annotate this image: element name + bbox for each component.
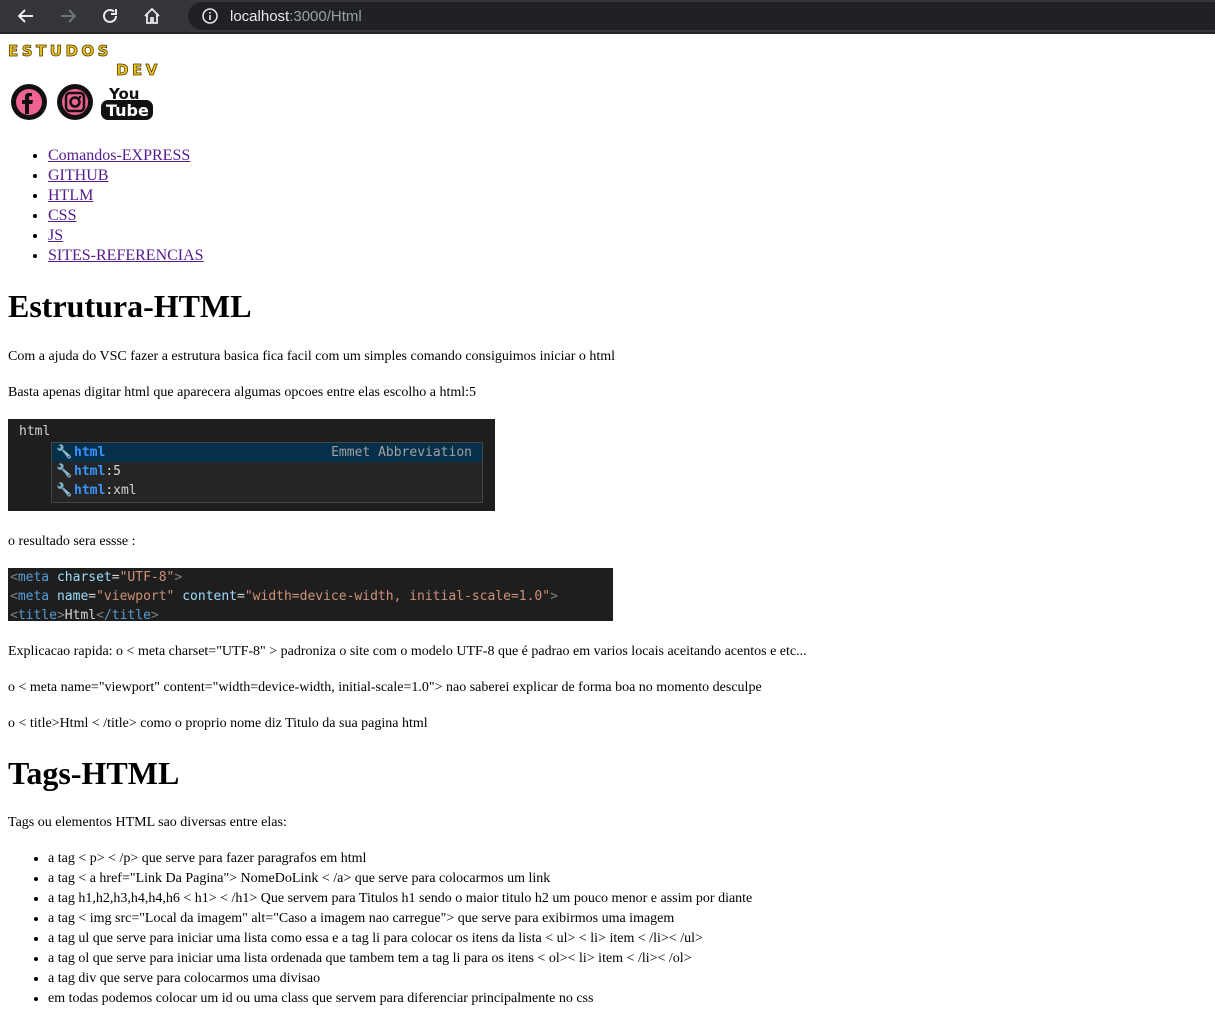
home-button[interactable] [136, 0, 168, 32]
code-line: <meta charset="UTF-8"> [10, 570, 183, 585]
code-tag: meta [17, 589, 50, 604]
paragraph-result: o resultado sera essse : [8, 534, 136, 549]
facebook-link[interactable] [8, 83, 50, 126]
nav-link-js[interactable]: JS [48, 227, 63, 244]
logo-line1: ESTUDOS [8, 42, 112, 60]
suggestion-rest: :5 [105, 464, 121, 479]
suggestion-row: 🔧 html Emmet Abbreviation [52, 443, 482, 462]
list-item: a tag ol que serve para iniciar uma list… [48, 949, 1207, 969]
wrench-icon: 🔧 [56, 445, 73, 460]
paragraph-title: o < title>Html < /title> como o proprio … [8, 716, 428, 731]
code-value: "UTF-8" [119, 570, 175, 585]
url-host: localhost [230, 7, 290, 25]
code-line: <meta name="viewport" content="width=dev… [10, 589, 558, 604]
nav-link-comandos-express[interactable]: Comandos-EXPRESS [48, 147, 190, 164]
paragraph-explicacao: Explicacao rapida: o < meta charset="UTF… [8, 644, 807, 659]
reload-icon [103, 8, 117, 23]
nav-item: SITES-REFERENCIAS [48, 246, 1207, 266]
browser-toolbar: localhost:3000/Html [0, 0, 1215, 34]
youtube-text-bottom: Tube [106, 101, 149, 120]
code-value: "viewport" [96, 589, 175, 604]
back-button[interactable] [10, 0, 42, 32]
suggestion-match: html [74, 483, 106, 498]
code-attr: charset [56, 570, 112, 585]
paragraph-viewport: o < meta name="viewport" content="width=… [8, 680, 762, 695]
heading-tags-html: Tags-HTML [8, 755, 180, 791]
nav-link-github[interactable]: GITHUB [48, 167, 108, 184]
code-attr: name [56, 589, 89, 604]
list-item: em todas podemos colocar um id ou uma cl… [48, 989, 1207, 1009]
suggestion-hint: Emmet Abbreviation [331, 445, 472, 460]
typed-text: html [19, 424, 51, 439]
code-attr: content [182, 589, 238, 604]
url-path: :3000/Html [289, 7, 362, 25]
code-tag: meta [17, 570, 50, 585]
instagram-link[interactable] [54, 83, 96, 126]
suggestion-widget: 🔧 html Emmet Abbreviation 🔧 html:5 🔧 htm… [51, 442, 483, 503]
list-item: a tag < p> < /p> que serve para fazer pa… [48, 849, 1207, 869]
code-tag: title [17, 608, 57, 623]
heading-estrutura-html: Estrutura-HTML [8, 288, 252, 324]
suggestion-row: 🔧 html:5 [52, 462, 482, 481]
nav-item: GITHUB [48, 166, 1207, 186]
nav-link-css[interactable]: CSS [48, 207, 76, 224]
suggestion-match: html [74, 445, 106, 460]
suggestion-rest: :xml [105, 483, 137, 498]
info-icon[interactable] [202, 8, 218, 24]
paragraph-instruction: Basta apenas digitar html que aparecera … [8, 385, 477, 400]
logo-line2: DEV [116, 61, 161, 79]
nav-link-sites-referencias[interactable]: SITES-REFERENCIAS [48, 247, 204, 264]
nav-link-htlm[interactable]: HTLM [48, 187, 93, 204]
paragraph-tags-intro: Tags ou elementos HTML sao diversas entr… [8, 815, 287, 830]
code-tag: /title [103, 608, 151, 623]
nav-item: Comandos-EXPRESS [48, 146, 1207, 166]
paragraph-intro: Com a ajuda do VSC fazer a estrutura bas… [8, 349, 616, 364]
list-item: a tag < img src="Local da imagem" alt="C… [48, 909, 1207, 929]
wrench-icon: 🔧 [56, 483, 73, 498]
code-line: <title>Html</title> [10, 608, 159, 623]
list-item: a tag < a href="Link Da Pagina"> NomeDoL… [48, 869, 1207, 889]
vsc-autocomplete-image: html 🔧 html Emmet Abbreviation 🔧 html:5 … [8, 419, 495, 511]
list-item: a tag h1,h2,h3,h4,h4,h6 < h1> < /h1> Que… [48, 889, 1207, 909]
forward-button[interactable] [52, 0, 84, 32]
arrow-right-icon [61, 9, 77, 23]
address-bar[interactable]: localhost:3000/Html [188, 2, 1215, 30]
suggestion-row: 🔧 html:xml [52, 481, 482, 500]
youtube-icon: You Tube [101, 85, 153, 120]
facebook-icon [11, 84, 47, 120]
list-item: a tag ul que serve para iniciar uma list… [48, 929, 1207, 949]
page-content: ESTUDOS DEV You Tube • Comandos-EXPRESS … [0, 42, 1215, 1009]
arrow-left-icon [17, 9, 33, 23]
home-icon [144, 7, 160, 24]
social-links: You Tube [8, 83, 1207, 126]
youtube-link[interactable]: You Tube [100, 83, 154, 126]
nav-item: HTLM [48, 186, 1207, 206]
site-logo: ESTUDOS DEV [8, 42, 1207, 86]
nav-item: JS [48, 226, 1207, 246]
code-text: Html [64, 608, 97, 623]
list-item: a tag div que serve para colocarmos uma … [48, 969, 1207, 989]
wrench-icon: 🔧 [56, 464, 73, 479]
code-snippet-image: <meta charset="UTF-8"> <meta name="viewp… [8, 568, 613, 623]
code-value: "width=device-width, initial-scale=1.0" [244, 589, 551, 604]
nav-list: Comandos-EXPRESS GITHUB HTLM CSS JS SITE… [8, 146, 1207, 266]
instagram-icon [57, 84, 93, 120]
reload-button[interactable] [94, 0, 126, 32]
nav-item: CSS [48, 206, 1207, 226]
suggestion-match: html [74, 464, 106, 479]
tags-list: a tag < p> < /p> que serve para fazer pa… [8, 849, 1207, 1009]
